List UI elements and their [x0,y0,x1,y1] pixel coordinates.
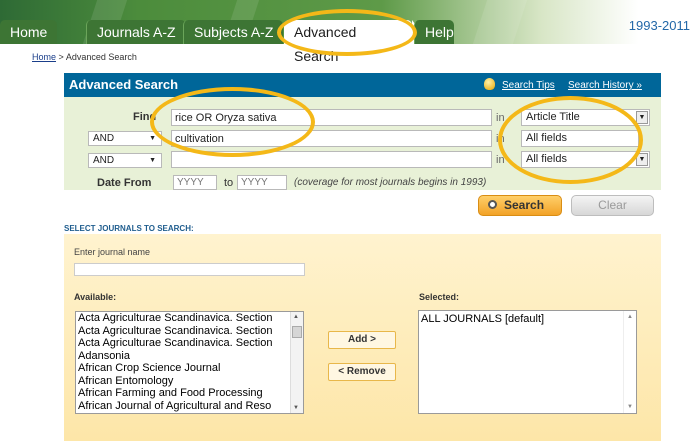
search-term-input-2[interactable] [171,130,492,147]
chevron-down-icon: ▼ [149,157,156,164]
advanced-search-header: Advanced Search Search Tips Search Histo… [64,73,661,97]
field-select-2-value: All fields [526,132,567,144]
nav-tab-home[interactable]: Home [0,20,58,44]
scroll-up-icon[interactable]: ▲ [293,314,299,320]
search-button[interactable]: Search [478,195,562,216]
find-label: Find [133,111,157,123]
breadcrumb: Home > Advanced Search [32,52,137,62]
operator-select-3[interactable]: AND ▼ [88,153,162,168]
lightbulb-icon [484,78,495,90]
nav-tab-subjects[interactable]: Subjects A-Z [183,20,284,44]
scroll-down-icon[interactable]: ▼ [627,404,633,410]
available-list-scrollbar[interactable]: ▲ ▼ [290,312,303,413]
list-item[interactable]: African Journal of Agricultural and Reso [76,400,290,413]
operator-select-2[interactable]: AND ▼ [88,131,162,146]
list-item[interactable]: Acta Agriculturae Scandinavica. Section [76,337,290,350]
select-journals-heading: SELECT JOURNALS TO SEARCH: [64,224,194,233]
date-from-label: Date From [97,177,152,189]
scroll-down-icon[interactable]: ▼ [293,405,299,411]
panel-title: Advanced Search [69,77,179,92]
available-journals-list[interactable]: Acta Agriculturae Scandinavica. Section … [75,311,304,414]
operator-select-2-value: AND [93,133,115,144]
scroll-up-icon[interactable]: ▲ [627,314,633,320]
chevron-down-icon[interactable]: ▼ [636,153,648,166]
available-label: Available: [74,292,117,302]
chevron-down-icon: ▼ [149,135,156,142]
operator-select-3-value: AND [93,155,115,166]
banner-decoration [472,0,528,44]
list-item[interactable]: African Entomology [76,375,290,388]
chevron-down-icon[interactable]: ▼ [636,111,648,124]
selected-label: Selected: [419,292,460,302]
breadcrumb-home-link[interactable]: Home [32,52,56,62]
field-select-1[interactable]: Article Title ▼ [521,109,650,126]
search-term-input-3[interactable] [171,151,492,168]
field-select-3-value: All fields [526,153,567,165]
nav-tab-journals[interactable]: Journals A-Z [86,20,186,44]
search-icon [488,200,497,209]
search-history-link[interactable]: Search History » [568,80,642,91]
breadcrumb-separator: > [58,52,64,62]
nav-tab-help[interactable]: Help [414,20,454,44]
search-criteria-panel: Find in Article Title ▼ AND ▼ in All fie… [64,97,661,190]
in-label-3: in [496,154,505,166]
to-label: to [224,177,234,189]
list-item[interactable]: African Farming and Food Processing [76,387,290,400]
add-button[interactable]: Add > [328,331,396,349]
search-tips-link[interactable]: Search Tips [502,80,555,91]
list-item[interactable]: Acta Agriculturae Scandinavica. Section [76,325,290,338]
list-item[interactable]: African Crop Science Journal [76,362,290,375]
field-select-3[interactable]: All fields ▼ [521,151,650,168]
top-navigation-bar: Home Journals A-Z Subjects A-Z Advanced … [0,0,694,64]
nav-tab-advanced-search[interactable]: Advanced Search [284,20,430,64]
selected-list-scrollbar[interactable]: ▲ ▼ [623,311,636,413]
in-label-2: in [496,133,505,145]
selected-journals-list[interactable]: ALL JOURNALS [default] ▲ ▼ [418,310,637,414]
breadcrumb-current: Advanced Search [65,52,137,62]
date-from-input[interactable] [173,175,217,190]
remove-button[interactable]: < Remove [328,363,396,381]
clear-button[interactable]: Clear [571,195,654,216]
journal-name-label: Enter journal name [74,247,151,257]
search-term-input-1[interactable] [171,109,492,126]
field-select-1-value: Article Title [526,111,580,123]
list-item[interactable]: Acta Agriculturae Scandinavica. Section [76,312,290,325]
scrollbar-thumb[interactable] [292,326,302,338]
list-item[interactable]: Adansonia [76,350,290,363]
search-button-label: Search [504,198,545,212]
date-to-input[interactable] [237,175,287,190]
coverage-note: (coverage for most journals begins in 19… [294,177,487,188]
year-range: 1993-2011 [628,18,690,33]
list-item[interactable]: ALL JOURNALS [default] [419,313,636,325]
field-select-2[interactable]: All fields [521,130,639,147]
in-label-1: in [496,112,505,124]
journal-name-input[interactable] [74,263,305,276]
